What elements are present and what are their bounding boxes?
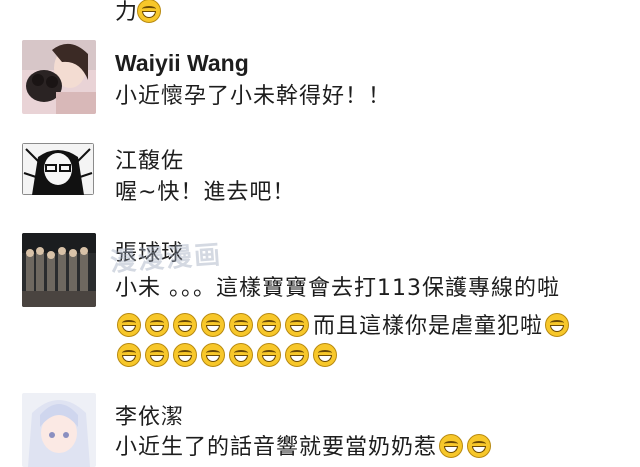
avatar[interactable] (22, 40, 96, 114)
laughing-emoji-icon (145, 343, 169, 367)
laughing-emoji-icon (229, 313, 253, 337)
previous-comment-fragment: 力 (115, 0, 165, 26)
comment-text-line: 小未 。。。這樣寶寶會去打113保護專線的啦 (115, 276, 560, 301)
laughing-emoji-icon (145, 313, 169, 337)
comment-text: 力 (115, 0, 138, 25)
laughing-emoji-icon (117, 313, 141, 337)
comment-text-segment: 小近生了的話音響就要當奶奶惹 (115, 435, 438, 460)
laughing-emoji-icon (439, 434, 464, 458)
comment-text: 喔~快！進去吧！ (115, 180, 296, 205)
laughing-emoji-icon (229, 343, 253, 367)
laughing-emoji-icon (313, 343, 337, 367)
commenter-name[interactable]: 江馥佐 (115, 143, 184, 175)
laughing-emoji-icon (285, 313, 309, 337)
laughing-emoji-icon (257, 343, 281, 367)
laughing-emoji-icon (467, 434, 492, 458)
laughing-emoji-icon (545, 313, 570, 337)
avatar[interactable] (22, 143, 94, 195)
emoji-row (117, 343, 341, 369)
laughing-emoji-icon (117, 343, 141, 367)
laughing-emoji-icon (173, 313, 197, 337)
laughing-emoji-icon (285, 343, 309, 367)
comment-text: 小近生了的話音響就要當奶奶惹 (115, 429, 495, 461)
comment-text-line-2: 而且這樣你是虐童犯啦 (117, 308, 573, 340)
watermark: 漫漫漫画 (109, 240, 224, 278)
laughing-emoji-icon (257, 313, 281, 337)
commenter-name[interactable]: 李依潔 (115, 399, 184, 431)
comment-text-segment: 而且這樣你是虐童犯啦 (313, 314, 544, 339)
laughing-emoji-icon (137, 0, 162, 23)
comment-text: 小未 。。。這樣寶寶會去打113保護專線的啦 (115, 270, 560, 302)
comment-text: 小近懷孕了小未幹得好！！ (115, 84, 392, 109)
avatar[interactable] (22, 233, 96, 307)
avatar[interactable] (22, 393, 96, 467)
laughing-emoji-icon (201, 313, 225, 337)
commenter-name[interactable]: Waiyii Wang (115, 50, 249, 77)
laughing-emoji-icon (173, 343, 197, 367)
laughing-emoji-icon (201, 343, 225, 367)
